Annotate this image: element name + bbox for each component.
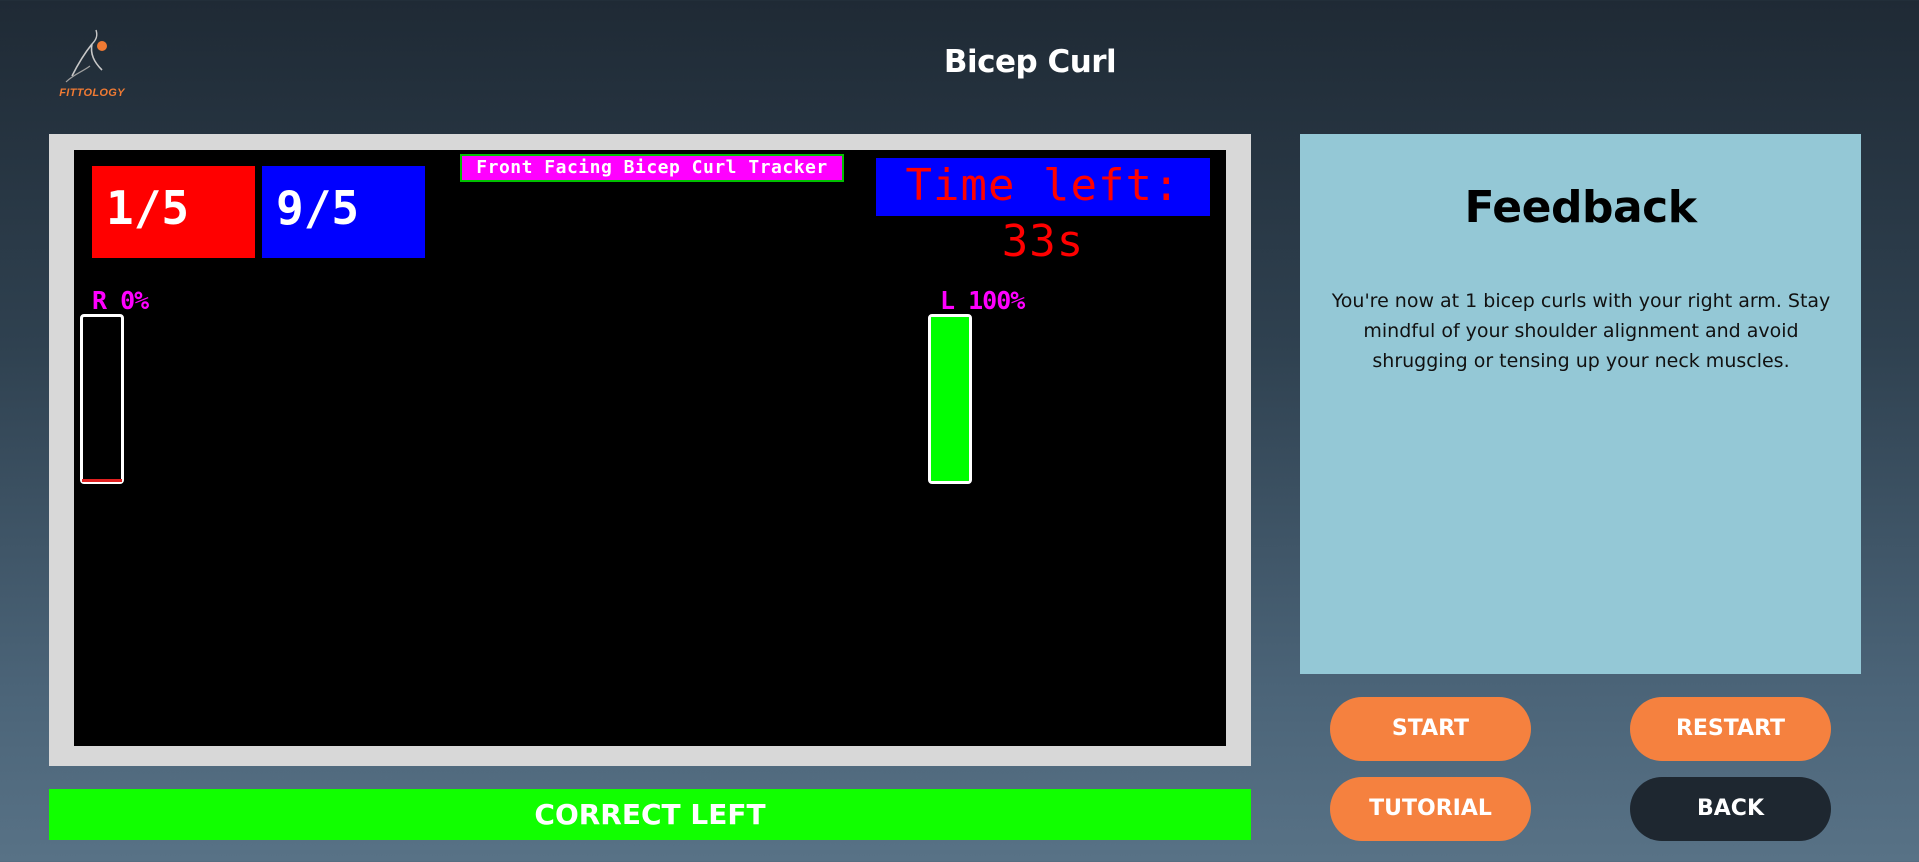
video-frame: 1/5 9/5 Front Facing Bicep Curl Tracker … bbox=[49, 134, 1251, 766]
feedback-text: You're now at 1 bicep curls with your ri… bbox=[1331, 290, 1831, 372]
right-progress-bar bbox=[80, 314, 124, 484]
start-button[interactable]: START bbox=[1330, 697, 1531, 761]
restart-button[interactable]: RESTART bbox=[1630, 697, 1831, 761]
left-progress-fill bbox=[931, 317, 969, 481]
page-title: Bicep Curl bbox=[943, 44, 1117, 80]
back-button[interactable]: BACK bbox=[1630, 777, 1831, 841]
left-rep-counter: 9/5 bbox=[262, 166, 425, 258]
right-rep-counter: 1/5 bbox=[92, 166, 255, 258]
feedback-panel: Feedback You're now at 1 bicep curls wit… bbox=[1300, 134, 1861, 674]
tutorial-button[interactable]: TUTORIAL bbox=[1330, 777, 1531, 841]
right-progress-label: R 0% bbox=[92, 286, 149, 315]
right-progress-baseline bbox=[82, 479, 122, 482]
logo-text: FITTOLOGY bbox=[59, 87, 125, 99]
camera-feed: 1/5 9/5 Front Facing Bicep Curl Tracker … bbox=[74, 150, 1226, 746]
time-left: Time left: 33s bbox=[876, 158, 1210, 267]
left-progress-label: L 100% bbox=[940, 286, 1025, 315]
form-status-bar: CORRECT LEFT bbox=[49, 789, 1251, 840]
left-progress-bar bbox=[928, 314, 972, 484]
feedback-title: Feedback bbox=[1464, 182, 1697, 233]
tracker-title: Front Facing Bicep Curl Tracker bbox=[460, 154, 844, 182]
